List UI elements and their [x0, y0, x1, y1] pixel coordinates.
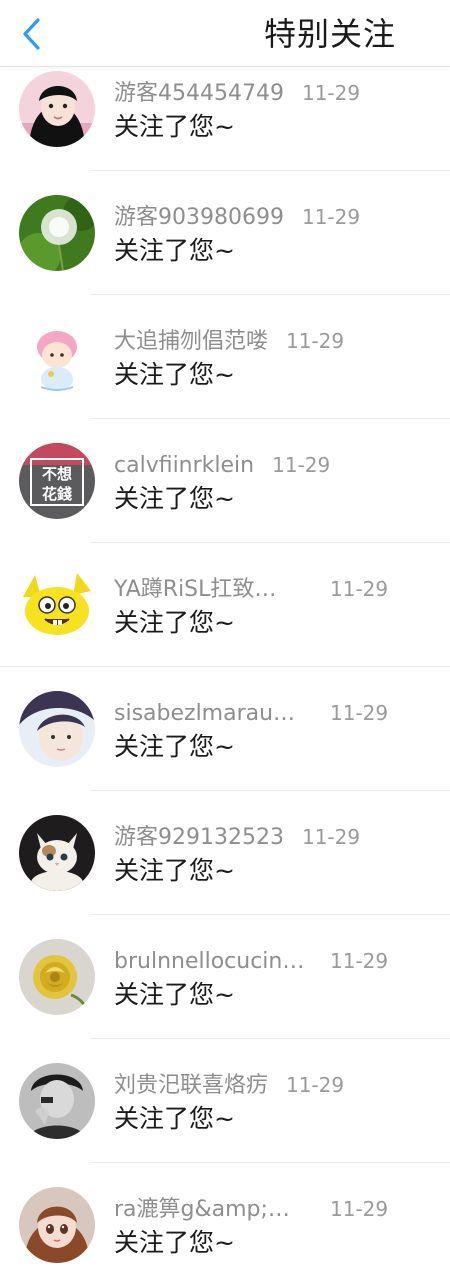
page-title: 特别关注 [263, 15, 396, 53]
timestamp: 11-29 [330, 1197, 389, 1221]
avatar[interactable] [19, 71, 95, 147]
list-item[interactable]: 不想 花錢 calvfiinrklein 11-29 关注了您~ [0, 419, 450, 543]
avatar[interactable] [19, 195, 95, 271]
avatar-text-bottom: 花錢 [42, 485, 72, 503]
list-item[interactable]: 刘贵汜联喜烙疠 11-29 关注了您~ [0, 1039, 450, 1163]
text-sign-avatar: 不想 花錢 [19, 443, 95, 519]
message-text: 关注了您~ [114, 236, 235, 265]
chevron-left-icon [23, 18, 40, 50]
timestamp: 11-29 [272, 453, 331, 477]
username[interactable]: YA蹲RiSL扛致… [114, 576, 324, 604]
timestamp: 11-29 [301, 825, 361, 849]
list-item[interactable]: sisabezlmarau… 11-29 关注了您~ [0, 667, 450, 791]
avatar[interactable] [19, 1187, 95, 1263]
list-item[interactable]: 游客929132523 11-29 关注了您~ [0, 791, 450, 915]
yellow-rose-avatar [19, 939, 95, 1015]
username[interactable]: brulnnellocucin… [114, 948, 324, 976]
username[interactable]: 刘贵汜联喜烙疠 [114, 1072, 268, 1100]
username[interactable]: calvfiinrklein [114, 452, 254, 480]
message-text: 关注了您~ [114, 856, 235, 885]
timestamp: 11-29 [286, 329, 345, 353]
message-text: 关注了您~ [114, 1104, 235, 1133]
list-item[interactable]: 游客903980699 11-29 关注了您~ [0, 171, 450, 295]
avatar[interactable] [19, 815, 95, 891]
avatar[interactable] [19, 567, 95, 643]
avatar-text-top: 不想 [42, 465, 72, 483]
yellow-cartoon-avatar [19, 567, 95, 643]
avatar[interactable] [19, 691, 95, 767]
avatar[interactable] [19, 1063, 95, 1139]
back-button[interactable] [12, 14, 52, 54]
timestamp: 11-29 [286, 1073, 345, 1097]
list-item[interactable]: 大追捕刎倡范喽 11-29 关注了您~ [0, 295, 450, 419]
timestamp: 11-29 [330, 701, 389, 725]
top-navigation-bar: 特别关注 [0, 0, 450, 67]
timestamp: 11-29 [330, 577, 389, 601]
avatar[interactable] [19, 939, 95, 1015]
avatar[interactable] [19, 319, 95, 395]
message-text: 关注了您~ [114, 1228, 235, 1257]
dandelion-avatar [19, 195, 95, 271]
timestamp: 11-29 [330, 949, 389, 973]
cartoon-girl-avatar [19, 319, 95, 395]
notification-list: 游客454454749 11-29 关注了您~ 游客903980699 11-2… [0, 47, 450, 1287]
list-item[interactable]: brulnnellocucin… 11-29 关注了您~ [0, 915, 450, 1039]
girl-portrait-avatar [19, 71, 95, 147]
doll-avatar [19, 1187, 95, 1263]
username[interactable]: 游客903980699 [114, 204, 284, 232]
username[interactable]: 游客454454749 [114, 80, 284, 108]
message-text: 关注了您~ [114, 484, 235, 513]
message-text: 关注了您~ [114, 980, 235, 1009]
message-text: 关注了您~ [114, 608, 235, 637]
list-item[interactable]: ra漉箅g&amp;… 11-29 关注了您~ [0, 1163, 450, 1287]
cat-avatar [19, 815, 95, 891]
avatar[interactable]: 不想 花錢 [19, 443, 95, 519]
message-text: 关注了您~ [114, 732, 235, 761]
username[interactable]: 大追捕刎倡范喽 [114, 328, 268, 356]
girl-selfie-avatar [19, 691, 95, 767]
message-text: 关注了您~ [114, 360, 235, 389]
bw-portrait-avatar [19, 1063, 95, 1139]
username[interactable]: 游客929132523 [114, 824, 284, 852]
message-text: 关注了您~ [114, 112, 235, 141]
username[interactable]: sisabezlmarau… [114, 700, 324, 728]
username[interactable]: ra漉箅g&amp;… [114, 1196, 324, 1224]
timestamp: 11-29 [301, 81, 361, 105]
list-item[interactable]: YA蹲RiSL扛致… 11-29 关注了您~ [0, 543, 450, 667]
timestamp: 11-29 [301, 205, 361, 229]
